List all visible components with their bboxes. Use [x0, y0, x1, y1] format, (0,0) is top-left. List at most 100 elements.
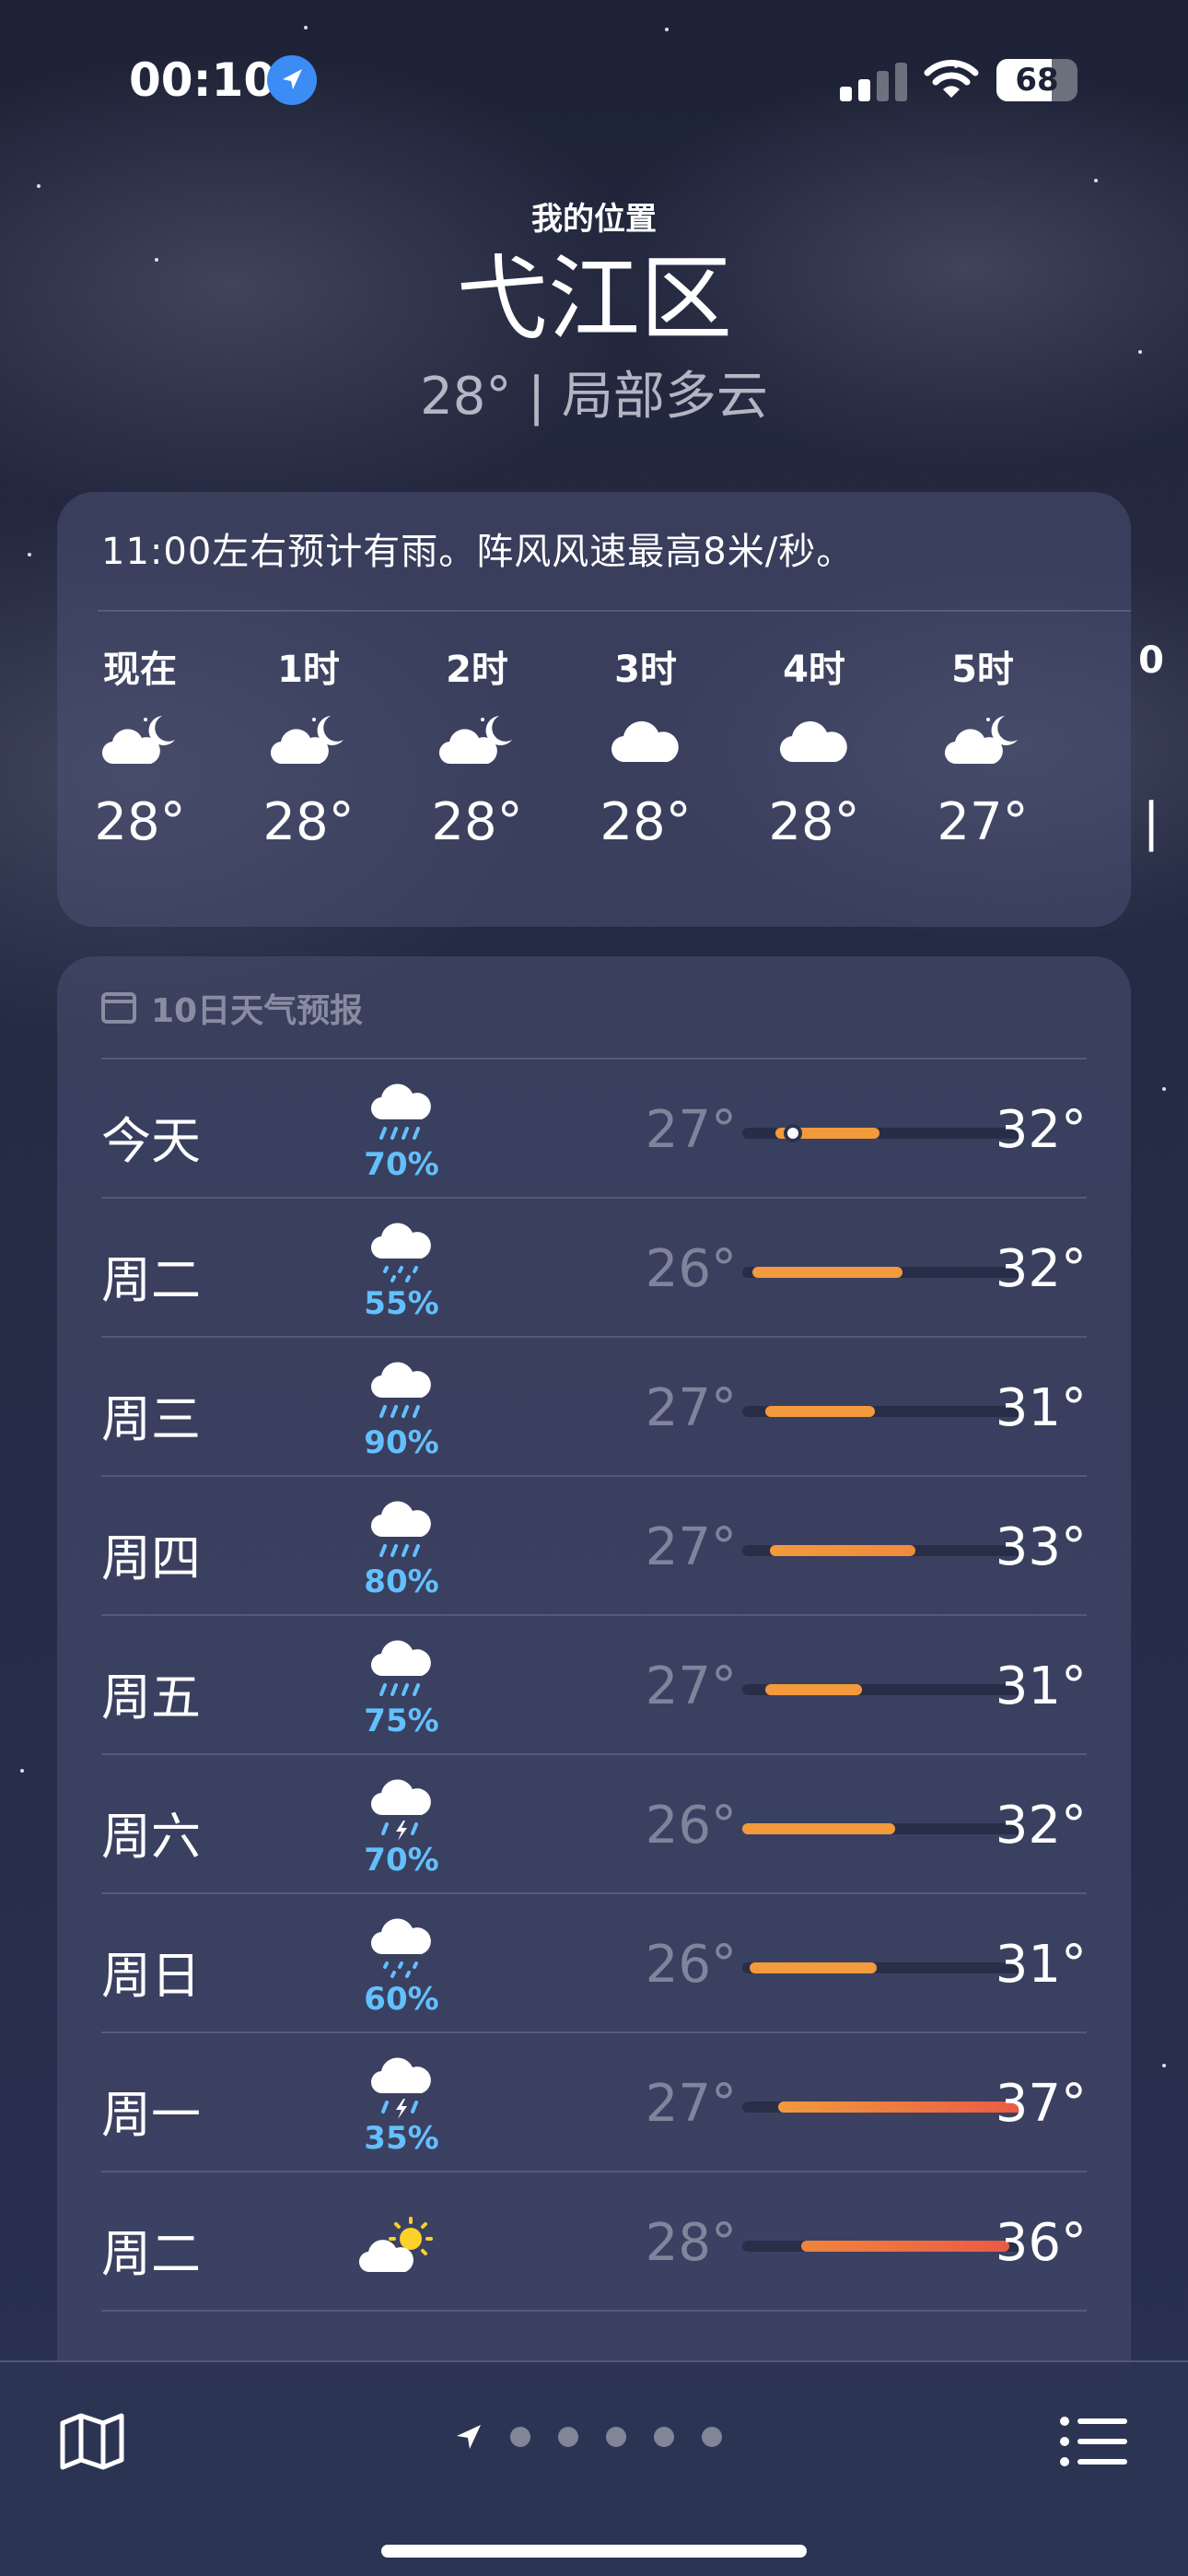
- cloud-rain-icon: [357, 1074, 446, 1153]
- precip-chance: 75%: [364, 1703, 439, 1739]
- hour-temp: |: [1142, 792, 1160, 852]
- low-temp: 27°: [645, 1378, 737, 1438]
- day-row[interactable]: 周一 35% 27° 37°: [101, 2032, 1087, 2171]
- high-temp: 31°: [995, 1378, 1087, 1438]
- day-row[interactable]: 周三 90% 27° 31°: [101, 1336, 1087, 1475]
- ten-day-header: 10日天气预报: [101, 984, 363, 1032]
- precip-chance: 70%: [364, 1842, 439, 1879]
- page-indicator[interactable]: [455, 2423, 722, 2451]
- divider: [98, 610, 1131, 612]
- cloud-bolt-rain-icon: [357, 2048, 446, 2127]
- divider: [101, 1475, 1087, 1477]
- divider: [101, 1614, 1087, 1616]
- temp-range-bar: [752, 1267, 903, 1278]
- page-dot[interactable]: [510, 2427, 530, 2447]
- day-row[interactable]: 周六 70% 26° 32°: [101, 1753, 1087, 1892]
- home-indicator[interactable]: [381, 2545, 807, 2558]
- precip-chance: 70%: [364, 1146, 439, 1183]
- bottom-toolbar: [0, 2360, 1188, 2576]
- page-dot[interactable]: [654, 2427, 674, 2447]
- list-icon[interactable]: [1059, 2414, 1129, 2469]
- divider: [101, 1058, 1087, 1060]
- precip-chance: 80%: [364, 1563, 439, 1600]
- temp-range-bar: [770, 1545, 915, 1556]
- current-temp-dot: [784, 1124, 803, 1142]
- my-location-label: 我的位置: [531, 201, 657, 238]
- low-temp: 28°: [645, 2213, 737, 2273]
- hour-column: 2时 28°: [413, 639, 542, 852]
- hour-column: 5时 27°: [918, 639, 1047, 852]
- day-name: 今天: [101, 1112, 201, 1170]
- divider: [101, 1753, 1087, 1755]
- divider: [101, 2171, 1087, 2172]
- city-name: 弋江区: [456, 245, 732, 353]
- hour-label: 1时: [277, 649, 340, 691]
- day-name: 周日: [101, 1947, 201, 2005]
- high-temp: 31°: [995, 1657, 1087, 1716]
- location-arrow-icon: [267, 55, 317, 105]
- cloud-drizzle-icon: [357, 1213, 446, 1293]
- temp-range-bar: [764, 1406, 875, 1417]
- page-dot[interactable]: [606, 2427, 626, 2447]
- low-temp: 27°: [645, 1100, 737, 1160]
- day-row[interactable]: 周二 28° 36°: [101, 2171, 1087, 2310]
- hour-temp: 28°: [262, 792, 355, 852]
- high-temp: 31°: [995, 1935, 1087, 1995]
- cellular-signal-icon: [840, 61, 908, 101]
- wifi-icon: [923, 57, 980, 103]
- current-summary: 28° | 局部多云: [420, 367, 768, 427]
- hour-column: 4时 28°: [750, 639, 879, 852]
- low-temp: 26°: [645, 1796, 737, 1856]
- current-location-page-icon[interactable]: [455, 2423, 483, 2451]
- ten-day-forecast-card[interactable]: 10日天气预报 今天 70% 27° 32° 周二 55% 26° 32° 周三 90% 27° 31…: [57, 956, 1131, 2394]
- day-row[interactable]: 周四 80% 27° 33°: [101, 1475, 1087, 1614]
- temp-range-bar: [742, 1823, 895, 1834]
- low-temp: 27°: [645, 1657, 737, 1716]
- hour-label: 0: [1138, 639, 1164, 682]
- hour-label: 2时: [446, 649, 508, 691]
- high-temp: 32°: [995, 1239, 1087, 1299]
- temp-range-bar: [764, 1684, 862, 1695]
- day-name: 周二: [101, 1251, 201, 1309]
- day-name: 周五: [101, 1669, 201, 1727]
- cloud-icon: [750, 691, 879, 792]
- partly-cloudy-night-icon: [413, 691, 542, 792]
- low-temp: 26°: [645, 1935, 737, 1995]
- divider: [101, 2032, 1087, 2033]
- day-name: 周二: [101, 2225, 201, 2283]
- hour-temp: 28°: [600, 792, 692, 852]
- precip-chance: 35%: [364, 2120, 439, 2157]
- partly-cloudy-night-icon: [918, 691, 1047, 792]
- day-name: 周一: [101, 2086, 201, 2144]
- page-dot[interactable]: [702, 2427, 722, 2447]
- location-header: 我的位置 弋江区 28° | 局部多云: [0, 193, 1188, 429]
- day-row[interactable]: 周五 75% 27° 31°: [101, 1614, 1087, 1753]
- status-time: 00:10: [129, 53, 276, 107]
- hourly-forecast-card[interactable]: 11:00左右预计有雨。阵风风速最高8米/秒。 现在 28° 1时 28° 2时 28° 3…: [57, 492, 1164, 927]
- temp-range-bar: [750, 1962, 878, 1973]
- high-temp: 36°: [995, 2213, 1087, 2273]
- partly-cloudy-night-icon: [244, 691, 373, 792]
- page-dot[interactable]: [558, 2427, 578, 2447]
- hour-temp: 27°: [937, 792, 1029, 852]
- cloud-drizzle-icon: [357, 1909, 446, 1988]
- hour-label: 3时: [614, 649, 677, 691]
- hour-column: 现在 28°: [76, 639, 204, 852]
- partly-sunny-icon: [357, 2207, 446, 2287]
- hourly-note: 11:00左右预计有雨。阵风风速最高8米/秒。: [101, 531, 855, 573]
- day-row[interactable]: 今天 70% 27° 32°: [101, 1058, 1087, 1197]
- day-name: 周四: [101, 1529, 201, 1587]
- divider: [101, 1336, 1087, 1338]
- day-row[interactable]: 周日 60% 26° 31°: [101, 1892, 1087, 2032]
- battery-indicator: 68: [996, 59, 1077, 101]
- day-row[interactable]: 周二 55% 26° 32°: [101, 1197, 1087, 1336]
- map-icon[interactable]: [59, 2412, 125, 2471]
- low-temp: 26°: [645, 1239, 737, 1299]
- cloud-rain-icon: [357, 1352, 446, 1432]
- ten-day-title: 10日天气预报: [151, 992, 364, 1030]
- hour-column: 1时 28°: [244, 639, 373, 852]
- precip-chance: 55%: [364, 1285, 439, 1322]
- hour-temp: 28°: [94, 792, 186, 852]
- hour-label: 4时: [783, 649, 845, 691]
- low-temp: 27°: [645, 1517, 737, 1577]
